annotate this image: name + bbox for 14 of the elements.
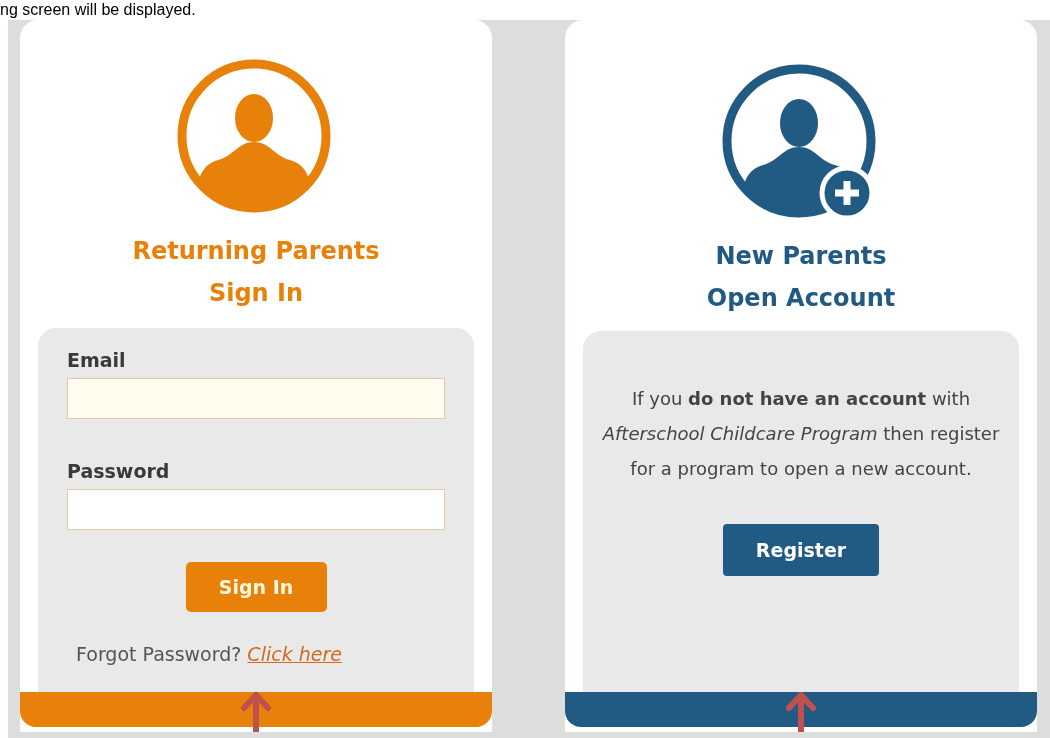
field-label: Password: [67, 459, 171, 483]
sign-in-button[interactable]: Sign In: [185, 562, 327, 612]
input-field[interactable]: [67, 378, 445, 419]
panel-title: Sign In: [208, 278, 304, 309]
panel-title: Returning Parents: [132, 236, 380, 267]
forgot-password-text: Forgot Password?: [76, 642, 242, 667]
panel-title: New Parents: [715, 241, 887, 272]
info-message: If you do not have an account with Afterschool Childcare Program then register for a program to open a new account.: [601, 387, 1001, 481]
field-label: Email: [67, 348, 127, 372]
click-here-link[interactable]: Click here: [247, 640, 342, 669]
caption-text: ng screen will be displayed.: [0, 0, 197, 20]
panel-title: Open Account: [706, 283, 896, 314]
input-field[interactable]: [67, 489, 445, 530]
register-button[interactable]: Register: [723, 524, 879, 576]
